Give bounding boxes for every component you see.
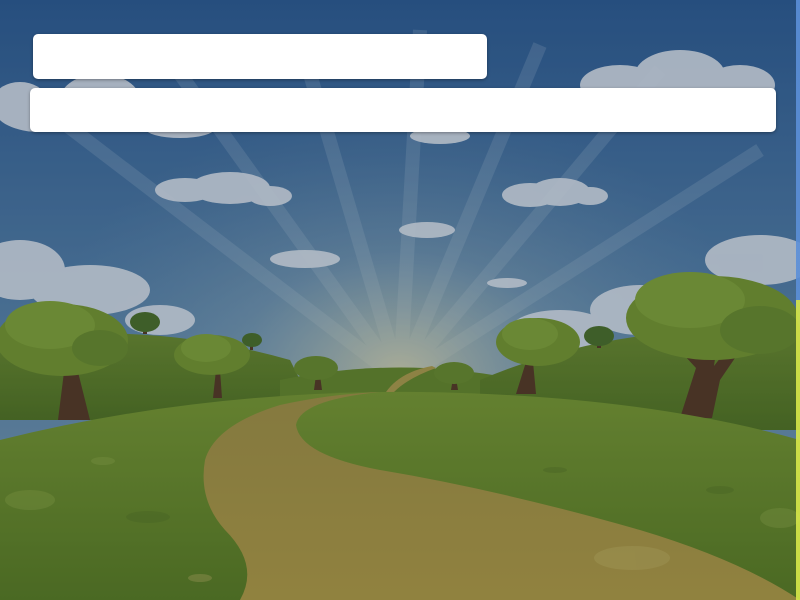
top-text-bar [33, 34, 487, 79]
game-screen [0, 0, 800, 600]
wide-text-bar [30, 88, 776, 132]
right-edge-strip [796, 0, 800, 600]
